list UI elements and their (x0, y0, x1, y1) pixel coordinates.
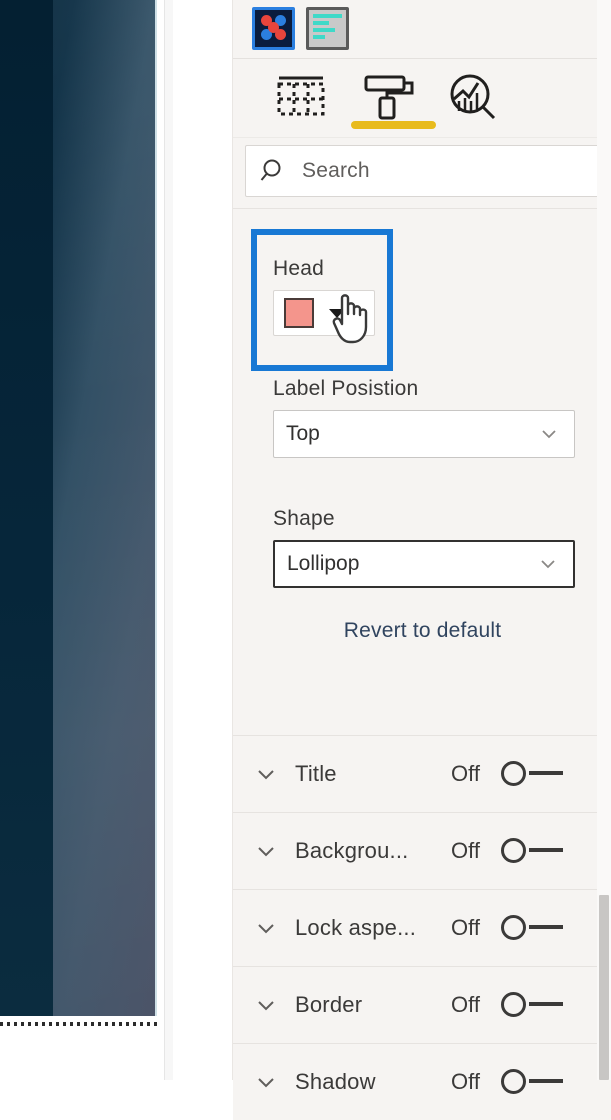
section-toggle[interactable] (501, 1069, 563, 1095)
shape-group: Shape Lollipop (273, 507, 575, 588)
search-box[interactable]: Search (245, 145, 599, 197)
section-toggle-state: Off (451, 915, 480, 940)
active-tab-indicator (351, 121, 436, 129)
section-row-background[interactable]: Backgrou... Off (233, 812, 611, 889)
chevron-down-icon[interactable] (255, 994, 277, 1016)
chevron-down-icon (542, 430, 556, 439)
chevron-down-icon[interactable] (255, 840, 277, 862)
section-name: Lock aspe... (295, 915, 417, 940)
section-name: Title (295, 761, 337, 786)
label-position-group: Label Posistion Top (273, 377, 575, 458)
chevron-down-icon[interactable] (255, 1071, 277, 1093)
toggle-knob (501, 1069, 526, 1094)
analytics-magnifier-icon (450, 74, 496, 120)
report-canvas[interactable] (0, 0, 166, 1080)
search-icon (246, 157, 302, 185)
tab-format-visual[interactable] (344, 71, 430, 123)
toggle-bar (529, 771, 563, 775)
visual-type-gallery (233, 0, 611, 59)
section-toggle-state: Off (451, 838, 480, 863)
visual-dark-band (0, 0, 53, 1016)
build-visual-icon (277, 76, 325, 116)
section-row-shadow[interactable]: Shadow Off (233, 1043, 611, 1120)
toggle-knob (501, 992, 526, 1017)
visual-right-edge (155, 0, 157, 1016)
paint-roller-icon (364, 75, 414, 120)
format-pane-scrollbar[interactable] (597, 0, 611, 1080)
table-visual-type-icon[interactable] (306, 7, 349, 50)
section-toggle[interactable] (501, 761, 563, 787)
section-toggle[interactable] (501, 838, 563, 864)
shape-value: Lollipop (287, 552, 360, 575)
caret-down-icon[interactable] (329, 308, 345, 318)
format-search-area: Search (233, 138, 611, 208)
section-name: Backgrou... (295, 838, 409, 863)
revert-to-default-row: Revert to default (233, 619, 611, 643)
expanded-section-body: Head Label Posistion Top Shape Lollipop (233, 209, 611, 706)
head-color-swatch[interactable] (284, 298, 314, 328)
section-row-border[interactable]: Border Off (233, 966, 611, 1043)
toggle-bar (529, 1002, 563, 1006)
chevron-down-icon[interactable] (255, 763, 277, 785)
toggle-knob (501, 915, 526, 940)
head-color-picker[interactable] (273, 290, 375, 336)
current-visual-type-icon[interactable] (252, 7, 295, 50)
head-property-label: Head (273, 257, 325, 280)
revert-to-default-link[interactable]: Revert to default (344, 619, 502, 642)
toggle-knob (501, 761, 526, 786)
format-pane-tabs (233, 59, 611, 138)
label-position-value: Top (286, 422, 320, 445)
selected-visual[interactable] (0, 0, 157, 1016)
section-toggle-state: Off (451, 992, 480, 1017)
visualizations-format-pane: Search Head Label Posistion Top Shape Lo… (232, 0, 611, 1120)
section-toggle-state: Off (451, 761, 480, 786)
tab-analytics[interactable] (430, 71, 516, 123)
visual-selection-border (0, 1022, 161, 1026)
shape-dropdown[interactable]: Lollipop (273, 540, 575, 588)
tab-build-visual[interactable] (258, 71, 344, 123)
toggle-bar (529, 925, 563, 929)
toggle-bar (529, 848, 563, 852)
chevron-down-icon[interactable] (255, 917, 277, 939)
visual-sheen (53, 0, 157, 1016)
section-toggle[interactable] (501, 992, 563, 1018)
section-row-title[interactable]: Title Off (233, 735, 611, 812)
section-name: Border (295, 992, 363, 1017)
section-toggle[interactable] (501, 915, 563, 941)
section-row-lock-aspect[interactable]: Lock aspe... Off (233, 889, 611, 966)
toggle-knob (501, 838, 526, 863)
format-pane-scrollbar-thumb[interactable] (599, 895, 609, 1080)
search-input-placeholder[interactable]: Search (302, 159, 370, 183)
section-name: Shadow (295, 1069, 376, 1094)
label-position-label: Label Posistion (273, 377, 419, 400)
label-position-dropdown[interactable]: Top (273, 410, 575, 458)
shape-label: Shape (273, 507, 335, 530)
canvas-pane-gutter (173, 0, 231, 1080)
collapsed-sections-list: Title Off Backgrou... Off Lock aspe... O… (233, 735, 611, 1120)
head-property-group: Head (273, 257, 473, 336)
section-toggle-state: Off (451, 1069, 480, 1094)
chevron-down-icon (541, 560, 555, 569)
